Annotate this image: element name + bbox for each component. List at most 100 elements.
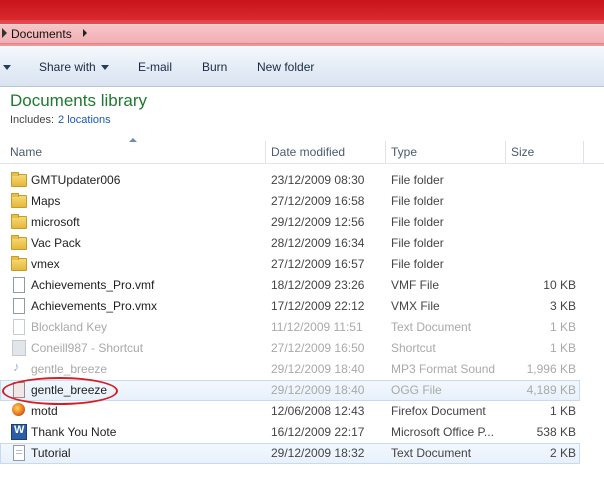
file-size: 10 KB — [543, 278, 576, 292]
file-date: 27/12/2009 16:57 — [271, 257, 365, 271]
column-divider[interactable] — [583, 141, 584, 163]
burn-button[interactable]: Burn — [202, 60, 227, 74]
folder-icon — [11, 235, 27, 250]
share-with-dropdown-icon — [100, 65, 109, 71]
file-size: 4,189 KB — [526, 383, 576, 397]
column-header-date-modified[interactable]: Date modified — [265, 141, 385, 163]
file-type: MP3 Format Sound — [391, 362, 496, 376]
library-title: Documents library — [10, 91, 147, 110]
file-row[interactable]: Thank You Note 16/12/2009 22:17 Microsof… — [0, 422, 604, 443]
file-date: 29/12/2009 18:40 — [271, 383, 365, 397]
file-date: 27/12/2009 16:58 — [271, 194, 365, 208]
library-includes: Includes: 2 locations — [10, 114, 111, 126]
file-row[interactable]: Blockland Key 11/12/2009 11:51 Text Docu… — [0, 317, 604, 338]
file-date: 18/12/2009 23:26 — [271, 278, 365, 292]
file-type: File folder — [391, 194, 444, 208]
folder-icon — [11, 214, 27, 229]
file-type: File folder — [391, 257, 444, 271]
command-toolbar: Share with E-mail Burn New folder — [0, 46, 604, 87]
document-icon — [13, 298, 25, 314]
file-type: Shortcut — [391, 341, 436, 355]
organize-dropdown-icon[interactable] — [3, 65, 11, 70]
file-type: VMF File — [391, 278, 439, 292]
file-date: 16/12/2009 22:17 — [271, 425, 365, 439]
file-row[interactable]: Vac Pack 28/12/2009 16:34 File folder — [0, 233, 604, 254]
file-name: Achievements_Pro.vmf — [31, 278, 155, 292]
file-type: Text Document — [391, 320, 472, 334]
file-size: 1 KB — [549, 320, 576, 334]
file-row[interactable]: ♪ gentle_breeze 29/12/2009 18:40 MP3 For… — [0, 359, 604, 380]
firefox-icon — [12, 403, 25, 416]
file-size: 1 KB — [549, 404, 576, 418]
file-date: 17/12/2009 22:12 — [271, 299, 365, 313]
file-type: File folder — [391, 215, 444, 229]
music-icon: ♪ — [13, 359, 20, 374]
breadcrumb-chevron-icon[interactable] — [83, 29, 87, 37]
folder-icon — [11, 172, 27, 187]
file-name: Vac Pack — [31, 236, 81, 250]
new-folder-button[interactable]: New folder — [257, 60, 314, 74]
file-date: 11/12/2009 11:51 — [271, 320, 363, 334]
file-row[interactable]: Tutorial 29/12/2009 18:32 Text Document … — [0, 443, 580, 464]
breadcrumb-root-arrow-icon[interactable] — [2, 28, 7, 38]
file-name: microsoft — [31, 215, 80, 229]
file-date: 12/06/2008 12:43 — [271, 404, 365, 418]
file-date: 29/12/2009 12:56 — [271, 215, 365, 229]
file-type: File folder — [391, 173, 444, 187]
document-icon — [13, 277, 25, 293]
email-button[interactable]: E-mail — [138, 60, 172, 74]
file-row[interactable]: Achievements_Pro.vmf 18/12/2009 23:26 VM… — [0, 275, 604, 296]
shortcut-icon — [12, 340, 26, 356]
file-type: Firefox Document — [391, 404, 486, 418]
file-type: OGG File — [391, 383, 442, 397]
file-name: gentle_breeze — [31, 362, 108, 376]
file-name: vmex — [31, 257, 60, 271]
file-name: Blockland Key — [31, 320, 108, 334]
file-size: 1,996 KB — [526, 362, 576, 376]
file-type: File folder — [391, 236, 444, 250]
breadcrumb[interactable]: Documents — [0, 24, 604, 44]
folder-icon — [11, 193, 27, 208]
file-date: 27/12/2009 16:50 — [271, 341, 365, 355]
file-date: 29/12/2009 18:32 — [271, 446, 365, 460]
column-header-name[interactable]: Name — [4, 141, 266, 163]
file-row[interactable]: gentle_breeze 29/12/2009 18:40 OGG File … — [0, 380, 580, 401]
file-row[interactable]: motd 12/06/2008 12:43 Firefox Document 1… — [0, 401, 604, 422]
document-icon — [13, 319, 25, 335]
file-row[interactable]: microsoft 29/12/2009 12:56 File folder — [0, 212, 604, 233]
window-title-bar — [0, 0, 604, 20]
file-size: 1 KB — [549, 341, 576, 355]
file-row[interactable]: vmex 27/12/2009 16:57 File folder — [0, 254, 604, 275]
file-type: VMX File — [391, 299, 440, 313]
share-with-button[interactable]: Share with — [39, 60, 109, 74]
file-name: Coneill987 - Shortcut — [31, 341, 144, 355]
share-with-label: Share with — [39, 60, 96, 74]
includes-label: Includes: — [10, 114, 55, 126]
file-type: Text Document — [391, 446, 472, 460]
ogg-file-icon — [13, 382, 25, 398]
column-header-size[interactable]: Size — [505, 141, 581, 163]
file-size: 2 KB — [549, 446, 576, 460]
file-name: Maps — [31, 194, 61, 208]
file-row[interactable]: Maps 27/12/2009 16:58 File folder — [0, 191, 604, 212]
breadcrumb-documents[interactable]: Documents — [11, 27, 72, 41]
locations-link[interactable]: 2 locations — [58, 114, 111, 126]
file-type: Microsoft Office P... — [391, 425, 494, 439]
file-date: 28/12/2009 16:34 — [271, 236, 365, 250]
file-row[interactable]: Coneill987 - Shortcut 27/12/2009 16:50 S… — [0, 338, 604, 359]
file-size: 3 KB — [549, 299, 576, 313]
file-row[interactable]: Achievements_Pro.vmx 17/12/2009 22:12 VM… — [0, 296, 604, 317]
file-name: Tutorial — [31, 446, 71, 460]
file-name: Thank You Note — [31, 425, 117, 439]
file-row[interactable]: GMTUpdater006 23/12/2009 08:30 File fold… — [0, 170, 604, 191]
file-name: GMTUpdater006 — [31, 173, 121, 187]
text-doc-icon — [13, 445, 25, 461]
file-date: 23/12/2009 08:30 — [271, 173, 365, 187]
file-name: Achievements_Pro.vmx — [31, 299, 158, 313]
address-bar: Documents — [0, 20, 604, 46]
file-name: gentle_breeze — [31, 383, 108, 397]
file-list: GMTUpdater006 23/12/2009 08:30 File fold… — [0, 170, 604, 464]
file-date: 29/12/2009 18:40 — [271, 362, 365, 376]
column-header-type[interactable]: Type — [385, 141, 505, 163]
file-name: motd — [31, 404, 58, 418]
